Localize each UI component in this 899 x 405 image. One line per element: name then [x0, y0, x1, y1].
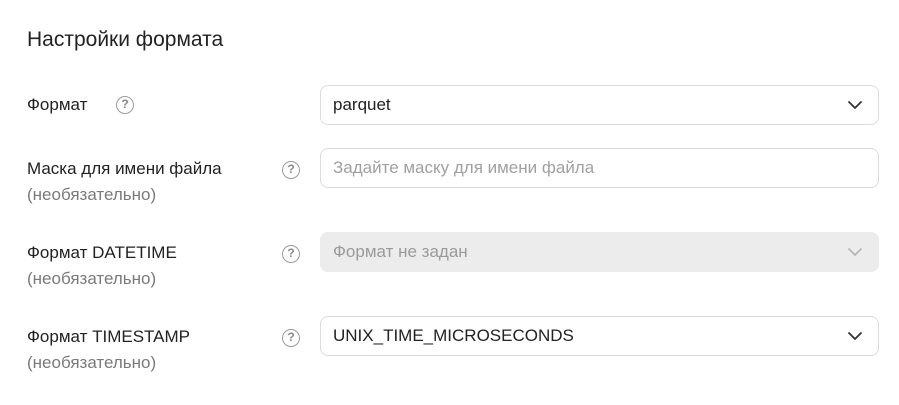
datetime-optional-text: (необязательно)	[27, 269, 157, 288]
question-circle-icon[interactable]: ?	[282, 245, 300, 263]
format-select-value: parquet	[333, 95, 391, 114]
mask-input[interactable]	[333, 150, 838, 186]
chevron-down-icon	[848, 332, 862, 340]
question-circle-icon[interactable]: ?	[282, 329, 300, 347]
format-settings-panel: Настройки формата Формат ? parquet Маска…	[0, 0, 899, 405]
chevron-down-icon	[848, 101, 862, 109]
chevron-down-icon	[848, 248, 862, 256]
timestamp-optional-text: (необязательно)	[27, 353, 157, 372]
format-label-text: Формат	[27, 95, 88, 114]
timestamp-select-value: UNIX_TIME_MICROSECONDS	[333, 326, 574, 345]
timestamp-label: Формат TIMESTAMP (необязательно)	[27, 324, 190, 376]
datetime-label: Формат DATETIME (необязательно)	[27, 240, 177, 292]
datetime-select-value: Формат не задан	[333, 242, 468, 261]
mask-optional-text: (необязательно)	[27, 185, 157, 204]
question-circle-icon[interactable]: ?	[116, 96, 134, 114]
format-label: Формат	[27, 92, 87, 118]
datetime-select: Формат не задан	[320, 232, 879, 272]
mask-label: Маска для имени файла (необязательно)	[27, 156, 222, 208]
datetime-label-text: Формат DATETIME	[27, 243, 177, 262]
mask-label-text: Маска для имени файла	[27, 159, 222, 178]
question-circle-icon[interactable]: ?	[282, 161, 300, 179]
timestamp-label-text: Формат TIMESTAMP	[27, 327, 191, 346]
timestamp-select[interactable]: UNIX_TIME_MICROSECONDS	[320, 316, 879, 356]
mask-input-wrapper[interactable]	[320, 148, 879, 188]
section-title: Настройки формата	[27, 28, 224, 51]
format-select[interactable]: parquet	[320, 85, 879, 125]
